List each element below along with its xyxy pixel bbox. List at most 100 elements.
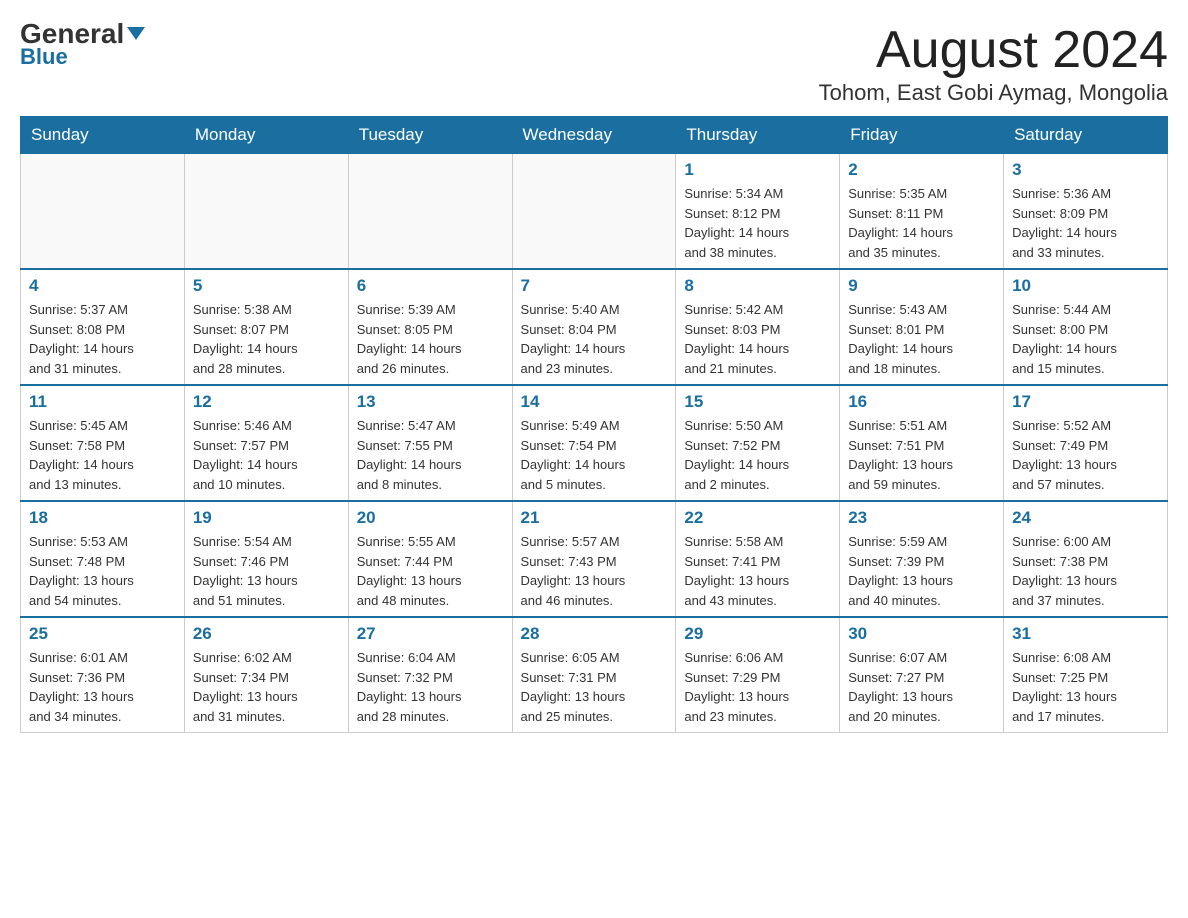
day-number: 10 <box>1012 276 1159 296</box>
table-row: 2 Sunrise: 5:35 AM Sunset: 8:11 PM Daylig… <box>840 154 1004 270</box>
table-row: 20Sunrise: 5:55 AM Sunset: 7:44 PM Dayli… <box>348 501 512 617</box>
day-number: 26 <box>193 624 340 644</box>
day-number: 25 <box>29 624 176 644</box>
table-row: 19 Sunrise: 5:54 AM Sunset: 7:46 PM Dayli… <box>184 501 348 617</box>
day-number: 24 <box>1012 508 1159 528</box>
table-row: 11 Sunrise: 5:45 AM Sunset: 7:58 PM Dayli… <box>21 385 185 501</box>
day-number: 5 <box>193 276 340 296</box>
table-row: 4 Sunrise: 5:37 AM Sunset: 8:08 PM Daylig… <box>21 269 185 385</box>
day-info: Sunrise: 5:52 AM Sunset: 7:49 PM Dayligh… <box>1012 416 1159 494</box>
day-info: Sunrise: 5:43 AM Sunset: 8:01 PM Dayligh… <box>848 300 995 378</box>
table-row: 22 Sunrise: 5:58 AM Sunset: 7:41 PM Dayli… <box>676 501 840 617</box>
day-number: 9 <box>848 276 995 296</box>
day-number: 14 <box>521 392 668 412</box>
day-info: Sunrise: 5:40 AM Sunset: 8:04 PM Dayligh… <box>521 300 668 378</box>
day-info: Sunrise: 6:01 AM Sunset: 7:36 PM Dayligh… <box>29 648 176 726</box>
col-wednesday: Wednesday <box>512 117 676 154</box>
calendar-week-row: 11 Sunrise: 5:45 AM Sunset: 7:58 PM Dayli… <box>21 385 1168 501</box>
calendar-header-row: Sunday Monday Tuesday Wednesday Thursday… <box>21 117 1168 154</box>
day-info: Sunrise: 5:42 AM Sunset: 8:03 PM Dayligh… <box>684 300 831 378</box>
day-info: Sunrise: 5:57 AM Sunset: 7:43 PM Dayligh… <box>521 532 668 610</box>
day-number: 18 <box>29 508 176 528</box>
table-row: 17 Sunrise: 5:52 AM Sunset: 7:49 PM Dayli… <box>1004 385 1168 501</box>
day-info: Sunrise: 5:58 AM Sunset: 7:41 PM Dayligh… <box>684 532 831 610</box>
day-info: Sunrise: 6:08 AM Sunset: 7:25 PM Dayligh… <box>1012 648 1159 726</box>
col-friday: Friday <box>840 117 1004 154</box>
day-info: Sunrise: 6:02 AM Sunset: 7:34 PM Dayligh… <box>193 648 340 726</box>
day-number: 1 <box>684 160 831 180</box>
table-row: 13Sunrise: 5:47 AM Sunset: 7:55 PM Dayli… <box>348 385 512 501</box>
logo-text-bottom: Blue <box>20 44 68 70</box>
day-info: Sunrise: 5:49 AM Sunset: 7:54 PM Dayligh… <box>521 416 668 494</box>
table-row: 18 Sunrise: 5:53 AM Sunset: 7:48 PM Dayli… <box>21 501 185 617</box>
table-row: 5 Sunrise: 5:38 AM Sunset: 8:07 PM Daylig… <box>184 269 348 385</box>
day-number: 29 <box>684 624 831 644</box>
col-monday: Monday <box>184 117 348 154</box>
day-number: 8 <box>684 276 831 296</box>
day-number: 11 <box>29 392 176 412</box>
logo-arrow-icon <box>127 27 145 40</box>
table-row: 25 Sunrise: 6:01 AM Sunset: 7:36 PM Dayli… <box>21 617 185 733</box>
table-row: 31 Sunrise: 6:08 AM Sunset: 7:25 PM Dayli… <box>1004 617 1168 733</box>
day-number: 17 <box>1012 392 1159 412</box>
day-number: 19 <box>193 508 340 528</box>
table-row: 8 Sunrise: 5:42 AM Sunset: 8:03 PM Daylig… <box>676 269 840 385</box>
day-number: 22 <box>684 508 831 528</box>
col-sunday: Sunday <box>21 117 185 154</box>
calendar-week-row: 4 Sunrise: 5:37 AM Sunset: 8:08 PM Daylig… <box>21 269 1168 385</box>
day-info: Sunrise: 5:35 AM Sunset: 8:11 PM Dayligh… <box>848 184 995 262</box>
table-row: 10Sunrise: 5:44 AM Sunset: 8:00 PM Dayli… <box>1004 269 1168 385</box>
table-row: 27 Sunrise: 6:04 AM Sunset: 7:32 PM Dayli… <box>348 617 512 733</box>
table-row: 3 Sunrise: 5:36 AM Sunset: 8:09 PM Daylig… <box>1004 154 1168 270</box>
col-saturday: Saturday <box>1004 117 1168 154</box>
day-number: 30 <box>848 624 995 644</box>
table-row: 12Sunrise: 5:46 AM Sunset: 7:57 PM Dayli… <box>184 385 348 501</box>
table-row: 6Sunrise: 5:39 AM Sunset: 8:05 PM Daylig… <box>348 269 512 385</box>
day-number: 2 <box>848 160 995 180</box>
day-number: 31 <box>1012 624 1159 644</box>
day-number: 6 <box>357 276 504 296</box>
day-info: Sunrise: 5:47 AM Sunset: 7:55 PM Dayligh… <box>357 416 504 494</box>
day-info: Sunrise: 5:54 AM Sunset: 7:46 PM Dayligh… <box>193 532 340 610</box>
page-header: General Blue August 2024 Tohom, East Gob… <box>20 20 1168 106</box>
day-info: Sunrise: 5:37 AM Sunset: 8:08 PM Dayligh… <box>29 300 176 378</box>
calendar-week-row: 25 Sunrise: 6:01 AM Sunset: 7:36 PM Dayli… <box>21 617 1168 733</box>
day-info: Sunrise: 5:50 AM Sunset: 7:52 PM Dayligh… <box>684 416 831 494</box>
day-number: 3 <box>1012 160 1159 180</box>
table-row: 16 Sunrise: 5:51 AM Sunset: 7:51 PM Dayli… <box>840 385 1004 501</box>
day-number: 4 <box>29 276 176 296</box>
table-row <box>184 154 348 270</box>
day-number: 21 <box>521 508 668 528</box>
day-info: Sunrise: 6:00 AM Sunset: 7:38 PM Dayligh… <box>1012 532 1159 610</box>
col-tuesday: Tuesday <box>348 117 512 154</box>
table-row: 29Sunrise: 6:06 AM Sunset: 7:29 PM Dayli… <box>676 617 840 733</box>
table-row: 21 Sunrise: 5:57 AM Sunset: 7:43 PM Dayli… <box>512 501 676 617</box>
day-info: Sunrise: 5:59 AM Sunset: 7:39 PM Dayligh… <box>848 532 995 610</box>
day-info: Sunrise: 6:04 AM Sunset: 7:32 PM Dayligh… <box>357 648 504 726</box>
col-thursday: Thursday <box>676 117 840 154</box>
day-info: Sunrise: 5:53 AM Sunset: 7:48 PM Dayligh… <box>29 532 176 610</box>
day-info: Sunrise: 5:45 AM Sunset: 7:58 PM Dayligh… <box>29 416 176 494</box>
table-row: 9 Sunrise: 5:43 AM Sunset: 8:01 PM Daylig… <box>840 269 1004 385</box>
table-row: 15Sunrise: 5:50 AM Sunset: 7:52 PM Dayli… <box>676 385 840 501</box>
day-number: 28 <box>521 624 668 644</box>
table-row <box>512 154 676 270</box>
calendar-week-row: 1Sunrise: 5:34 AM Sunset: 8:12 PM Daylig… <box>21 154 1168 270</box>
table-row: 24 Sunrise: 6:00 AM Sunset: 7:38 PM Dayli… <box>1004 501 1168 617</box>
day-number: 27 <box>357 624 504 644</box>
title-block: August 2024 Tohom, East Gobi Aymag, Mong… <box>819 20 1168 106</box>
table-row: 26 Sunrise: 6:02 AM Sunset: 7:34 PM Dayli… <box>184 617 348 733</box>
day-number: 7 <box>521 276 668 296</box>
calendar-week-row: 18 Sunrise: 5:53 AM Sunset: 7:48 PM Dayli… <box>21 501 1168 617</box>
day-info: Sunrise: 5:46 AM Sunset: 7:57 PM Dayligh… <box>193 416 340 494</box>
day-number: 16 <box>848 392 995 412</box>
day-info: Sunrise: 5:36 AM Sunset: 8:09 PM Dayligh… <box>1012 184 1159 262</box>
table-row: 30Sunrise: 6:07 AM Sunset: 7:27 PM Dayli… <box>840 617 1004 733</box>
day-info: Sunrise: 5:38 AM Sunset: 8:07 PM Dayligh… <box>193 300 340 378</box>
table-row <box>21 154 185 270</box>
day-info: Sunrise: 5:51 AM Sunset: 7:51 PM Dayligh… <box>848 416 995 494</box>
day-number: 23 <box>848 508 995 528</box>
day-info: Sunrise: 6:05 AM Sunset: 7:31 PM Dayligh… <box>521 648 668 726</box>
day-info: Sunrise: 5:55 AM Sunset: 7:44 PM Dayligh… <box>357 532 504 610</box>
table-row: 23 Sunrise: 5:59 AM Sunset: 7:39 PM Dayli… <box>840 501 1004 617</box>
